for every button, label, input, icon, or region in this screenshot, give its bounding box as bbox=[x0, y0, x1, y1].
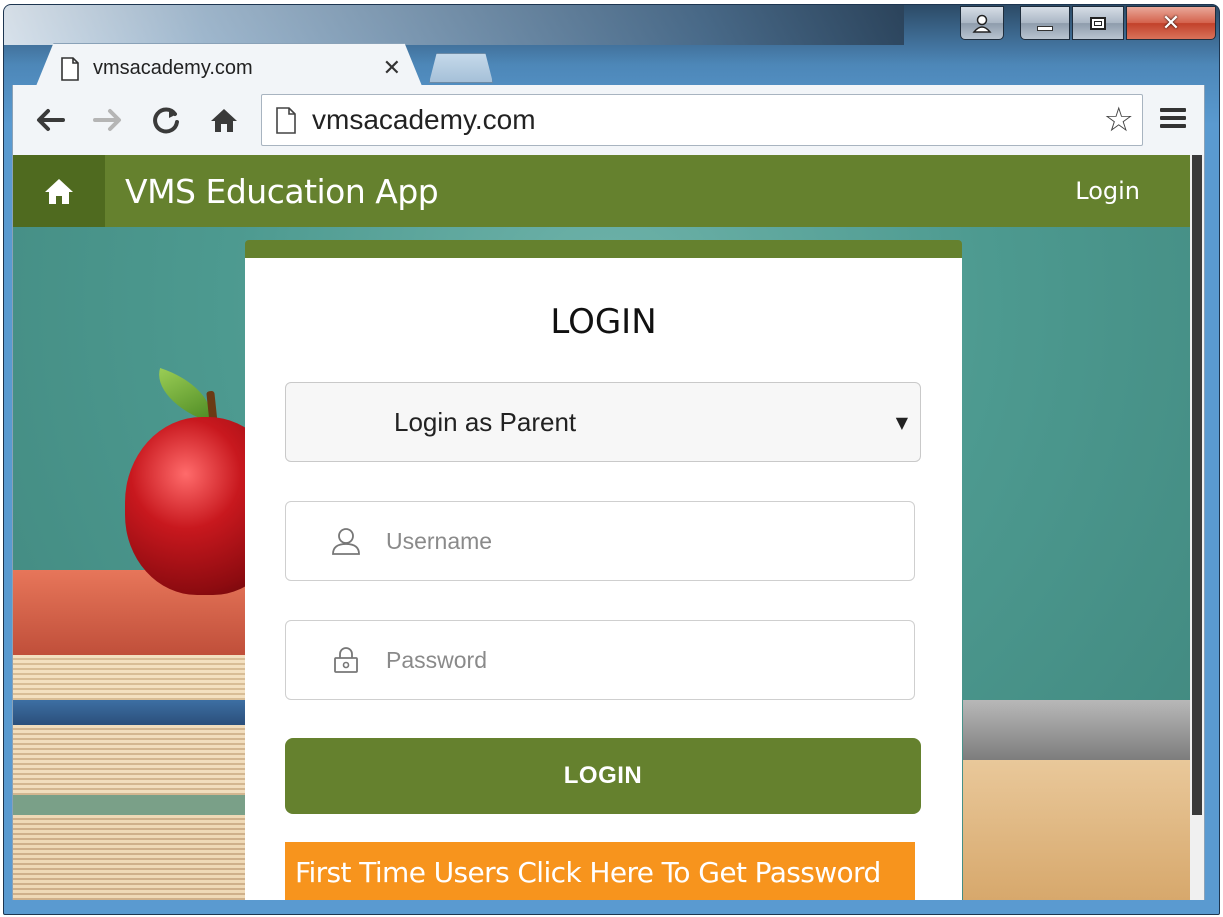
window-titlebar bbox=[4, 5, 904, 45]
username-input[interactable] bbox=[386, 527, 866, 555]
close-icon: ✕ bbox=[1161, 10, 1181, 36]
scrollbar-thumb[interactable] bbox=[1192, 155, 1202, 815]
nav-login-link[interactable]: Login bbox=[1075, 177, 1140, 205]
first-time-users-link[interactable]: First Time Users Click Here To Get Passw… bbox=[285, 842, 915, 900]
forward-arrow-icon bbox=[93, 109, 121, 131]
minimize-icon bbox=[1037, 25, 1053, 31]
page-scrollbar[interactable] bbox=[1190, 155, 1204, 900]
login-button[interactable]: LOGIN bbox=[285, 738, 921, 814]
maximize-icon bbox=[1090, 16, 1106, 30]
browser-toolbar: vmsacademy.com ☆ bbox=[12, 85, 1205, 155]
password-field[interactable] bbox=[285, 620, 915, 700]
home-button[interactable] bbox=[207, 103, 241, 137]
nav-home-button[interactable] bbox=[13, 155, 105, 227]
reload-button[interactable] bbox=[149, 103, 183, 137]
app-brand[interactable]: VMS Education App bbox=[125, 172, 1075, 211]
menu-icon[interactable] bbox=[1160, 105, 1186, 131]
tab-close-icon[interactable]: ✕ bbox=[383, 56, 401, 81]
maximize-button[interactable] bbox=[1072, 6, 1124, 40]
tab-title: vmsacademy.com bbox=[93, 57, 253, 79]
minimize-button[interactable] bbox=[1020, 6, 1070, 40]
reload-icon bbox=[153, 107, 179, 134]
role-select-value: Login as Parent bbox=[394, 406, 577, 437]
profile-icon bbox=[972, 14, 992, 33]
username-field[interactable] bbox=[285, 501, 915, 581]
forward-button[interactable] bbox=[91, 103, 125, 137]
role-select[interactable]: Login as Parent ▼ bbox=[285, 382, 921, 462]
close-window-button[interactable]: ✕ bbox=[1126, 6, 1216, 40]
book-stack-image bbox=[13, 570, 253, 900]
browser-tab[interactable]: vmsacademy.com ✕ bbox=[34, 43, 424, 91]
bookmark-star-icon[interactable]: ☆ bbox=[1104, 100, 1134, 140]
chalkboard-ledge bbox=[963, 700, 1193, 760]
user-icon bbox=[326, 527, 366, 555]
address-bar[interactable]: vmsacademy.com ☆ bbox=[261, 94, 1143, 146]
page-icon bbox=[276, 106, 296, 134]
home-icon bbox=[45, 179, 73, 204]
window-controls: ✕ bbox=[960, 6, 1216, 40]
chevron-down-icon: ▼ bbox=[895, 412, 908, 432]
profile-button[interactable] bbox=[960, 6, 1004, 40]
back-button[interactable] bbox=[33, 103, 67, 137]
window-bottom-edge bbox=[12, 900, 1205, 906]
login-card: LOGIN Login as Parent ▼ Username LOGIN F… bbox=[245, 240, 962, 900]
back-arrow-icon bbox=[37, 109, 65, 131]
app-navbar: VMS Education App Login bbox=[13, 155, 1192, 227]
address-url[interactable]: vmsacademy.com bbox=[312, 104, 1104, 136]
browser-home-icon bbox=[211, 109, 237, 132]
page-icon bbox=[61, 56, 79, 81]
login-title: LOGIN bbox=[550, 302, 657, 342]
lock-icon bbox=[326, 646, 366, 674]
password-input[interactable] bbox=[386, 646, 866, 674]
desk-surface bbox=[963, 760, 1193, 900]
new-tab-button[interactable] bbox=[429, 53, 493, 83]
page-viewport: VMS Education App Login LOGIN Login as P… bbox=[12, 155, 1205, 900]
